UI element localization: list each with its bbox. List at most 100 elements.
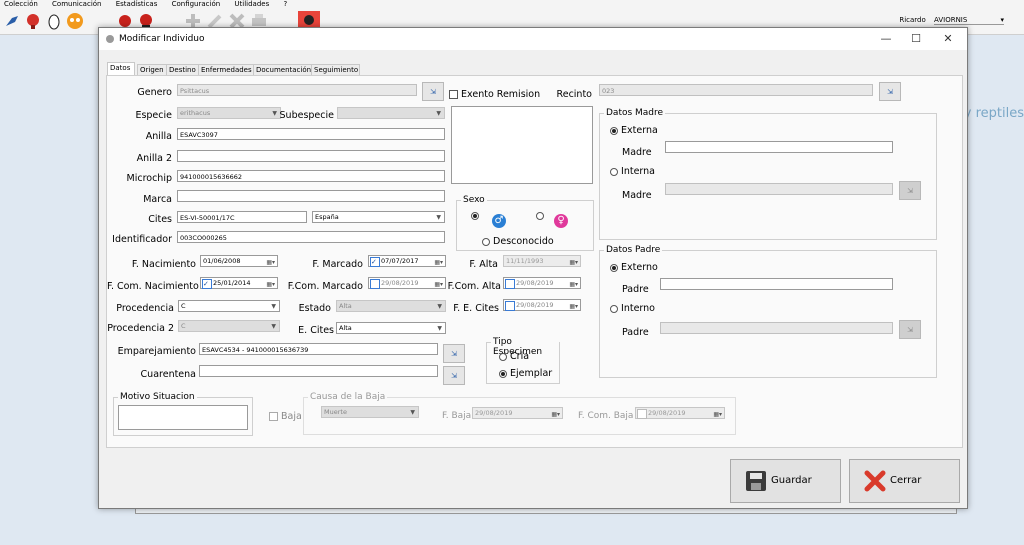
emparejamiento-field[interactable]: ESAVC4534 - 941000015636739 — [199, 343, 438, 355]
genero-picker-button[interactable]: ⇲ — [422, 82, 444, 101]
subespecie-select[interactable]: ▼ — [337, 107, 445, 119]
f-nacimiento-label: F. Nacimiento — [131, 259, 196, 270]
padre-interno-label-field: Padre — [622, 327, 649, 338]
f-e-cites-date[interactable]: 29/08/2019 ▦▾ — [503, 299, 581, 311]
procedencia2-select[interactable]: C ▼ — [178, 320, 280, 332]
padre-label: Padre — [622, 284, 649, 295]
f-e-cites-label: F. E. Cites — [453, 303, 499, 314]
exento-remision-checkbox[interactable]: Exento Remision — [449, 89, 540, 100]
padre-interno-radio[interactable]: Interno — [610, 303, 655, 314]
menu-utilidades[interactable]: Utilidades — [234, 0, 269, 8]
procedencia2-label: Procedencia 2 — [107, 323, 174, 334]
e-cites-select[interactable]: Alta ▼ — [336, 322, 446, 334]
causa-baja-select[interactable]: Muerte ▼ — [321, 406, 419, 418]
padre-picker-button[interactable]: ⇲ — [899, 320, 921, 339]
desconocido-radio[interactable]: Desconocido — [482, 236, 554, 247]
madre-externa-field[interactable] — [665, 141, 893, 153]
guardar-button[interactable]: Guardar — [730, 459, 841, 503]
female-radio[interactable] — [536, 211, 544, 221]
photo-box[interactable] — [451, 106, 593, 184]
f-baja-date[interactable]: 29/08/2019 ▦▾ — [472, 407, 563, 419]
f-com-nacimiento-date[interactable]: ✓ 25/01/2014 ▦▾ — [200, 277, 278, 289]
padre-interno-field[interactable] — [660, 322, 893, 334]
bird-red-icon[interactable] — [24, 12, 42, 30]
baja-checkbox[interactable]: Baja — [269, 411, 302, 422]
datos-padre-title: Datos Padre — [604, 245, 663, 255]
minimize-button[interactable]: — — [871, 31, 901, 47]
causa-baja-title: Causa de la Baja — [308, 392, 388, 402]
madre-externa-radio[interactable]: Externa — [610, 125, 658, 136]
recinto-picker-button[interactable]: ⇲ — [879, 82, 901, 101]
f-alta-date[interactable]: 11/11/1993 ▦▾ — [503, 255, 581, 267]
cites-field[interactable]: ES-VI-50001/17C — [177, 211, 307, 223]
datos-madre-group: Datos Madre Externa Madre Interna Madre … — [599, 108, 937, 240]
emparejamiento-picker-button[interactable]: ⇲ — [443, 344, 465, 363]
ejemplar-radio[interactable]: Ejemplar — [499, 368, 552, 379]
e-cites-label: E. Cites — [298, 325, 334, 336]
cuarentena-field[interactable] — [199, 365, 438, 377]
menu-coleccion[interactable]: Colección — [4, 0, 38, 8]
f-com-baja-date[interactable]: 29/08/2019 ▦▾ — [635, 407, 725, 419]
f-marcado-check[interactable]: ✓ — [370, 257, 380, 267]
anilla-field[interactable]: ESAVC3097 — [177, 128, 445, 140]
close-window-button[interactable]: ✕ — [933, 31, 963, 47]
procedencia-label: Procedencia — [116, 303, 174, 314]
f-marcado-date[interactable]: ✓ 07/07/2017 ▦▾ — [368, 255, 446, 267]
egg-icon[interactable] — [45, 12, 63, 30]
cites-country-select[interactable]: España ▼ — [312, 211, 445, 223]
f-com-nacimiento-check[interactable]: ✓ — [202, 279, 212, 289]
recinto-field[interactable]: 023 — [599, 84, 873, 96]
estado-select[interactable]: Alta ▼ — [336, 300, 446, 312]
anilla2-field[interactable] — [177, 150, 445, 162]
organization-select[interactable]: AVIORNIS ▾ — [934, 16, 1004, 25]
motivo-situacion-field[interactable] — [118, 405, 248, 430]
cria-radio[interactable]: Cria — [499, 351, 529, 362]
procedencia-select[interactable]: C ▼ — [178, 300, 280, 312]
padre-externo-radio[interactable]: Externo — [610, 262, 658, 273]
menu-estadisticas[interactable]: Estadísticas — [116, 0, 158, 8]
microchip-field[interactable]: 941000015636662 — [177, 170, 445, 182]
f-com-alta-check[interactable] — [505, 279, 515, 289]
menu-bar: Colección Comunicación Estadísticas Conf… — [0, 0, 295, 10]
madre-interna-label-field: Madre — [622, 190, 652, 201]
sexo-group: Sexo ♂ ♀ Desconocido — [456, 195, 594, 251]
padre-externo-field[interactable] — [660, 278, 893, 290]
cerrar-button[interactable]: Cerrar — [849, 459, 960, 503]
tipo-especimen-group: Tipo Especimen Cria Ejemplar — [486, 337, 560, 384]
padre-interno-label: Interno — [621, 303, 655, 314]
f-com-alta-date[interactable]: 29/08/2019 ▦▾ — [503, 277, 581, 289]
genero-field[interactable]: Psittacus — [177, 84, 417, 96]
datos-panel: Genero Psittacus ⇲ Especie erithacus ▼ Su… — [106, 75, 963, 448]
male-radio[interactable] — [471, 211, 479, 221]
cerrar-label: Cerrar — [890, 475, 922, 486]
anilla2-label: Anilla 2 — [136, 153, 172, 164]
f-nacimiento-date[interactable]: 01/06/2008 ▦▾ — [200, 255, 278, 267]
especie-select[interactable]: erithacus ▼ — [177, 107, 281, 119]
madre-interna-radio[interactable]: Interna — [610, 166, 655, 177]
f-com-marcado-check[interactable] — [370, 279, 380, 289]
save-disk-icon — [746, 471, 766, 491]
menu-configuracion[interactable]: Configuración — [172, 0, 221, 8]
menu-help[interactable]: ? — [283, 0, 287, 8]
dialog-titlebar: Modificar Individuo — ☐ ✕ — [99, 28, 967, 50]
cuarentena-picker-button[interactable]: ⇲ — [443, 366, 465, 385]
madre-interna-field[interactable] — [665, 183, 893, 195]
cites-label: Cites — [148, 214, 172, 225]
modify-individual-dialog: Modificar Individuo — ☐ ✕ Datos Origen D… — [98, 27, 968, 509]
bird-blue-icon[interactable] — [3, 12, 21, 30]
madre-picker-button[interactable]: ⇲ — [899, 181, 921, 200]
eggs-orange-icon[interactable] — [66, 12, 84, 30]
f-e-cites-check[interactable] — [505, 301, 515, 311]
f-com-marcado-date[interactable]: 29/08/2019 ▦▾ — [368, 277, 446, 289]
menu-comunicacion[interactable]: Comunicación — [52, 0, 101, 8]
exento-checkbox-box[interactable] — [449, 90, 458, 99]
close-x-icon — [864, 470, 886, 492]
madre-label: Madre — [622, 147, 652, 158]
marca-field[interactable] — [177, 190, 445, 202]
anilla-label: Anilla — [145, 131, 172, 142]
maximize-button[interactable]: ☐ — [901, 31, 931, 47]
f-com-baja-check[interactable] — [637, 409, 647, 419]
f-com-marcado-label: F.Com. Marcado — [287, 281, 363, 292]
identificador-field[interactable]: 003CO000265 — [177, 231, 445, 243]
tab-datos[interactable]: Datos — [107, 62, 135, 76]
